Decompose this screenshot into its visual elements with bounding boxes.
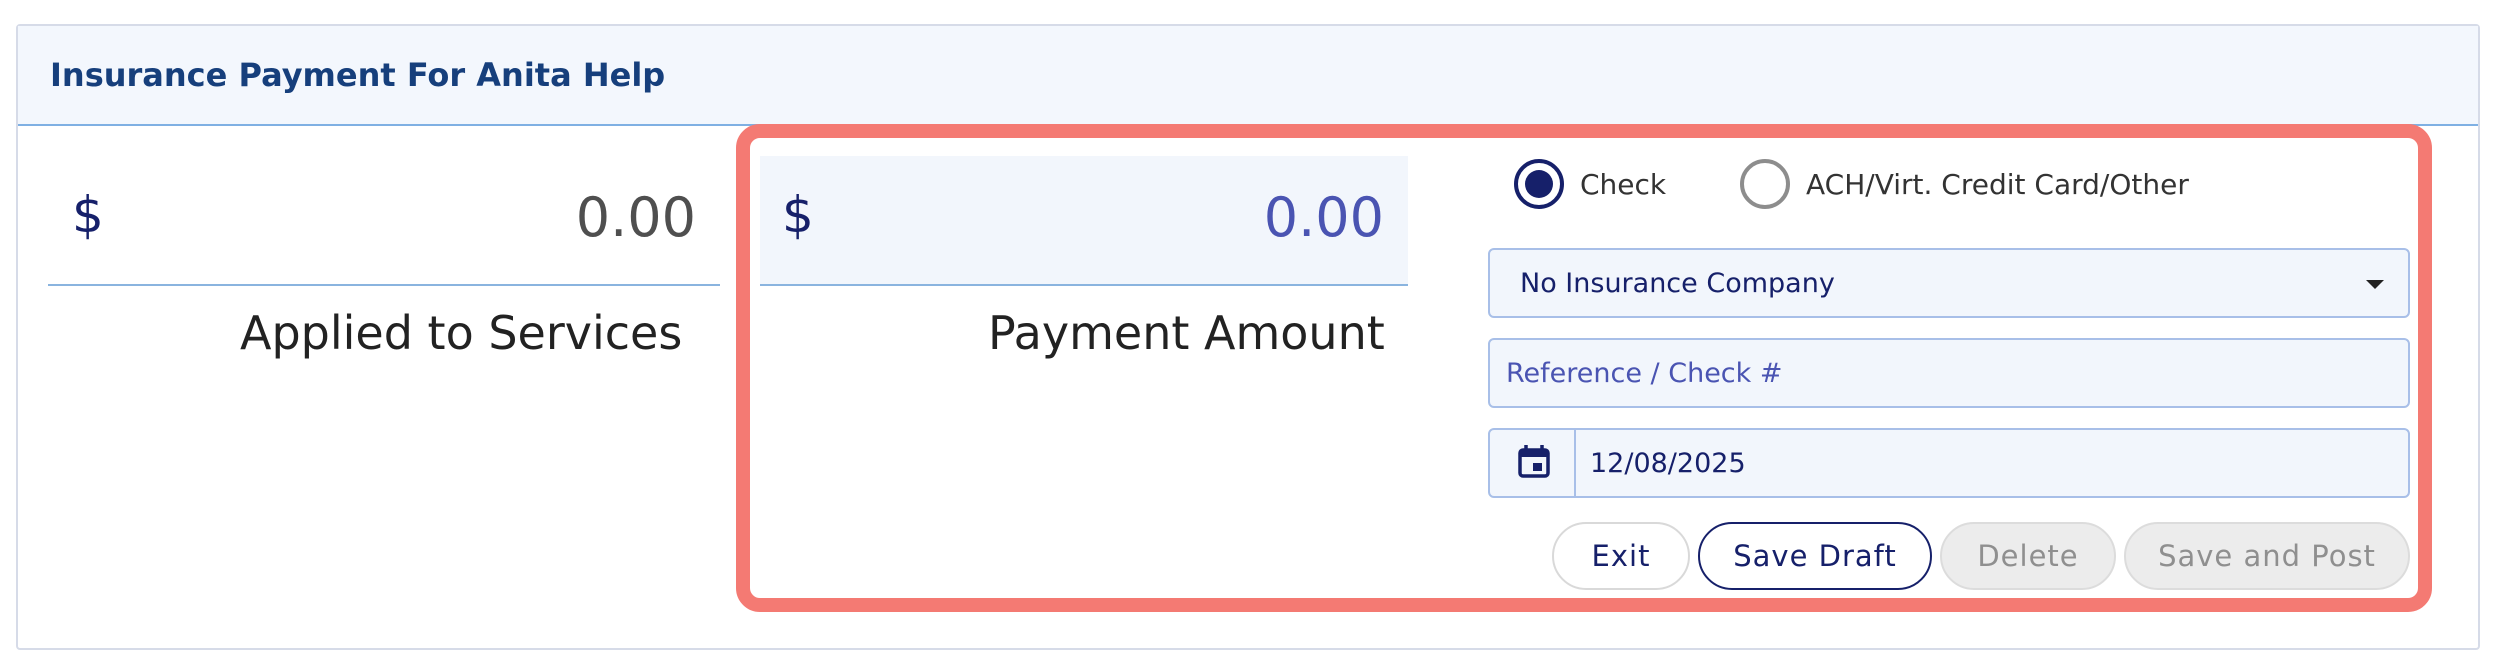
radio-check-selected-icon[interactable] <box>1514 159 1564 209</box>
applied-currency-symbol: $ <box>72 186 104 244</box>
date-input-wrap <box>1576 430 2408 496</box>
chevron-down-icon <box>2366 280 2384 289</box>
applied-caption: Applied to Services <box>240 306 683 360</box>
payment-date-input[interactable] <box>1576 430 2408 496</box>
radio-check-label[interactable]: Check <box>1580 168 1666 201</box>
save-and-post-button[interactable]: Save and Post <box>2124 522 2410 590</box>
panel-header: Insurance Payment For Anita Help <box>18 26 2478 126</box>
insurance-company-value: No Insurance Company <box>1520 268 1835 299</box>
payment-date-field <box>1488 428 2410 498</box>
reference-field <box>1488 338 2410 408</box>
calendar-button[interactable] <box>1490 430 1576 496</box>
radio-ach-label[interactable]: ACH/Virt. Credit Card/Other <box>1806 168 2189 201</box>
exit-button[interactable]: Exit <box>1552 522 1690 590</box>
payment-amount-input[interactable]: 0.00 <box>1264 186 1384 249</box>
save-draft-button[interactable]: Save Draft <box>1698 522 1932 590</box>
applied-amount-box: $ 0.00 <box>48 136 720 286</box>
payment-amount-box[interactable]: $ 0.00 <box>760 156 1408 286</box>
calendar-icon <box>1518 445 1550 478</box>
delete-button[interactable]: Delete <box>1940 522 2116 590</box>
insurance-company-select[interactable]: No Insurance Company <box>1488 248 2410 318</box>
payment-currency-symbol: $ <box>782 186 814 244</box>
panel-title: Insurance Payment For Anita Help <box>50 56 666 94</box>
radio-option-ach[interactable]: ACH/Virt. Credit Card/Other <box>1740 156 2189 212</box>
reference-check-input[interactable] <box>1490 340 2408 406</box>
payment-caption: Payment Amount <box>988 306 1385 360</box>
radio-ach-unselected-icon[interactable] <box>1740 159 1790 209</box>
applied-amount-value: 0.00 <box>575 186 696 249</box>
radio-option-check[interactable]: Check <box>1514 156 1666 212</box>
